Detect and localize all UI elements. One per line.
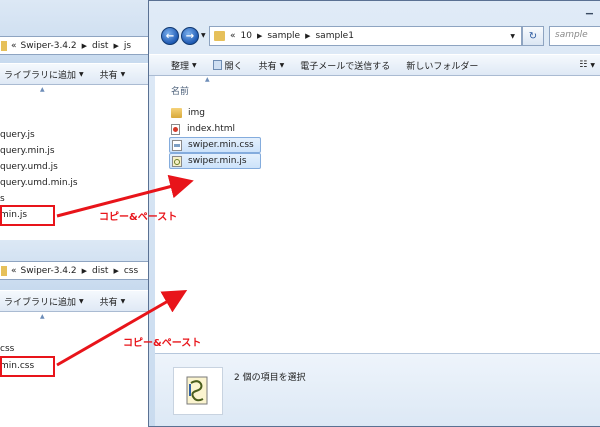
selection-thumbnail-icon [173,367,223,415]
share-button[interactable]: 共有 ▼ [251,55,293,75]
share-button[interactable]: 共有 ▼ [92,291,134,311]
recent-pages-dropdown-icon[interactable]: ▼ [201,32,206,39]
breadcrumb-item[interactable]: js [124,41,131,51]
breadcrumb-separator-icon: ▶ [256,32,263,40]
explorer-window-sample1: ← → ▼ « 10 ▶ sample ▶ sample1 ▼ ↻ sample… [148,0,600,427]
back-button[interactable]: ← [161,27,179,45]
window-title-strip [569,1,600,17]
js-script-icon [186,376,208,405]
file-item[interactable]: s [0,194,5,204]
arrow-left-icon: ← [165,30,175,42]
folder-icon [171,108,182,118]
include-in-library-label: ライブラリに追加 [4,70,77,81]
breadcrumb-separator-icon: ▶ [113,266,119,275]
breadcrumb-separator-icon: ▶ [113,41,119,50]
email-button[interactable]: 電子メールで送信する [292,55,398,75]
arrow-right-icon: → [185,30,195,42]
list-item-selected[interactable]: swiper.min.js [169,153,261,169]
dropdown-caret-icon: ▼ [590,61,595,69]
search-placeholder: sample [555,30,588,40]
file-item[interactable]: query.min.js [0,146,55,156]
left-address-bar[interactable]: « Swiper-3.4.2 ▶ dist ▶ js [0,36,149,55]
js-file-icon [172,155,182,167]
include-in-library-button[interactable]: ライブラリに追加 ▼ [0,64,92,84]
left-command-bar: ライブラリに追加 ▼ 共有 ▼ [0,290,149,312]
search-input[interactable]: sample [549,26,600,46]
command-bar: 整理 ▼ 開く 共有 ▼ 電子メールで送信する 新しいフォルダー ☷ ▼ [149,54,600,76]
view-options-button[interactable]: ☷ ▼ [571,55,600,75]
include-in-library-button[interactable]: ライブラリに追加 ▼ [0,291,92,311]
share-label: 共有 [99,297,118,308]
left-window-chrome [0,0,149,70]
left-address-bar[interactable]: « Swiper-3.4.2 ▶ dist ▶ css [0,261,149,280]
refresh-icon: ↻ [528,30,538,42]
breadcrumb-item[interactable]: sample [267,31,300,41]
breadcrumb-item[interactable]: Swiper-3.4.2 [21,41,77,51]
share-label: 共有 [99,70,118,81]
column-header-name[interactable]: 名前 [171,84,189,97]
minimize-icon[interactable]: ▁ [586,5,593,15]
left-command-bar: ライブラリに追加 ▼ 共有 ▼ [0,63,149,85]
folder-icon [214,31,225,41]
forward-button[interactable]: → [181,27,199,45]
dropdown-caret-icon: ▼ [79,70,84,78]
file-name: swiper.min.css [188,140,254,150]
share-button[interactable]: 共有 ▼ [92,64,134,84]
include-in-library-label: ライブラリに追加 [4,297,77,308]
dropdown-caret-icon: ▼ [279,61,285,69]
address-bar[interactable]: « 10 ▶ sample ▶ sample1 ▼ [209,26,522,46]
dropdown-caret-icon: ▼ [192,61,197,69]
file-item[interactable]: query.js [0,130,35,140]
highlight-box-css [0,356,55,377]
file-list-pane: 名前 ▲ img index.html swiper.min.css swipe [155,76,600,353]
list-item[interactable]: index.html [171,122,235,136]
sort-indicator-icon: ▲ [40,86,45,93]
copy-paste-label-1: コピー&ペースト [99,212,178,223]
list-item[interactable]: img [171,106,205,120]
breadcrumb-item[interactable]: dist [92,266,108,276]
dropdown-caret-icon: ▼ [79,297,84,305]
status-text: 2 個の項目を選択 [234,373,306,383]
address-dropdown-icon[interactable]: ▼ [510,33,515,40]
file-name: swiper.min.js [188,156,247,166]
open-label: 開く [224,61,243,72]
breadcrumb-item[interactable]: Swiper-3.4.2 [21,266,77,276]
breadcrumb-item[interactable]: css [124,266,138,276]
dropdown-caret-icon: ▼ [120,70,126,78]
breadcrumb-separator-icon: ▶ [81,266,88,275]
breadcrumb-chevron-icon: « [11,40,17,51]
copy-paste-label-2: コピー&ペースト [123,338,202,349]
breadcrumb-chevron-icon: « [11,265,17,276]
file-name: img [188,108,205,118]
file-item[interactable]: query.umd.js [0,162,58,172]
organize-button[interactable]: 整理 ▼ [149,55,205,75]
html-file-icon [171,123,180,135]
details-pane: 2 個の項目を選択 [155,353,600,426]
file-item[interactable]: query.umd.min.js [0,178,78,188]
list-item-selected[interactable]: swiper.min.css [169,137,261,153]
breadcrumb-item[interactable]: dist [92,41,108,51]
organize-label: 整理 [171,61,190,72]
breadcrumb-item[interactable]: sample1 [315,31,353,41]
open-file-icon [212,60,222,70]
left-explorer-window-js: « Swiper-3.4.2 ▶ dist ▶ js ライブラリに追加 ▼ 共有… [0,0,150,240]
css-file-icon [172,139,182,151]
sort-indicator-icon: ▲ [40,313,45,320]
share-label: 共有 [258,61,277,72]
refresh-button[interactable]: ↻ [522,26,544,46]
folder-icon [1,265,7,276]
breadcrumb-separator-icon: ▶ [81,41,88,50]
folder-icon [1,40,7,51]
breadcrumb-chevron-icon: « [230,31,236,41]
dropdown-caret-icon: ▼ [120,297,126,305]
highlight-box-js [0,205,55,226]
breadcrumb-item[interactable]: 10 [241,31,252,41]
sort-indicator-icon: ▲ [205,76,210,83]
view-grid-icon: ☷ [579,60,588,70]
new-folder-button[interactable]: 新しいフォルダー [398,55,486,75]
file-item[interactable]: css [0,344,14,354]
breadcrumb-separator-icon: ▶ [305,32,311,40]
file-name: index.html [187,124,235,134]
open-button[interactable]: 開く [205,55,251,75]
